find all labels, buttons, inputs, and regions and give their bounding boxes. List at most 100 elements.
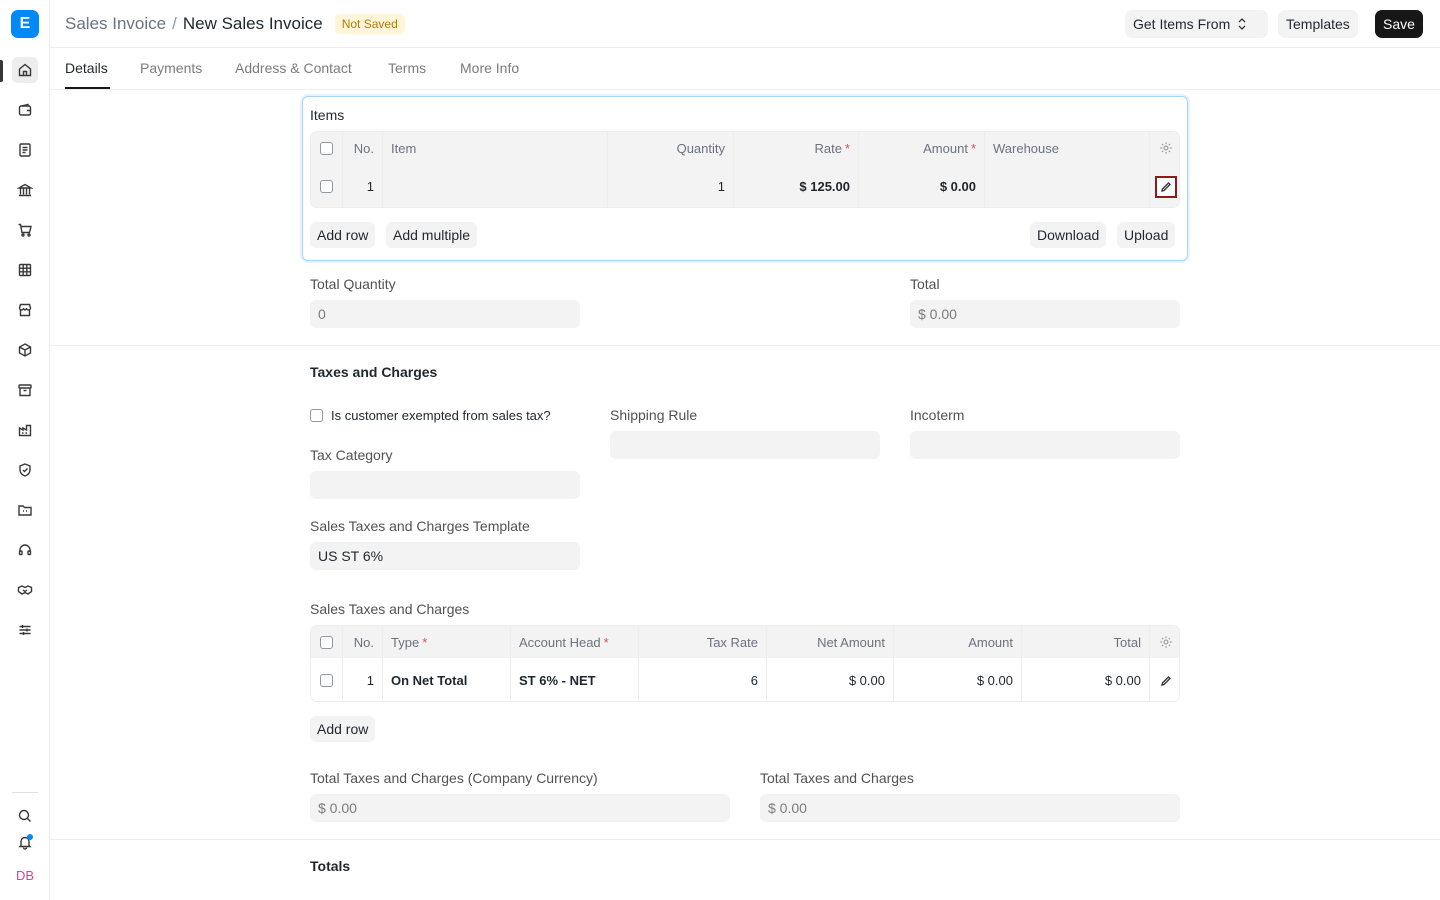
col-rate-label: Rate — [814, 140, 842, 156]
app-logo[interactable]: E — [11, 10, 39, 38]
incoterm-field[interactable] — [910, 431, 1180, 459]
home-icon[interactable] — [12, 57, 38, 83]
search-icon[interactable] — [12, 803, 38, 829]
wallet-icon[interactable] — [12, 97, 38, 123]
headset-icon[interactable] — [12, 537, 38, 563]
total-taxes-company-label: Total Taxes and Charges (Company Currenc… — [310, 770, 598, 786]
folder-icon[interactable] — [12, 497, 38, 523]
tax-category-field[interactable] — [310, 471, 580, 499]
add-tax-row-button[interactable]: Add row — [310, 716, 376, 742]
total-quantity-field[interactable]: 0 — [310, 300, 580, 328]
items-table: No. Item Quantity Rate * Amount * Warehous… — [310, 131, 1180, 208]
tax-category-label: Tax Category — [310, 447, 393, 463]
row-checkbox[interactable] — [320, 180, 333, 193]
gear-icon[interactable] — [1159, 141, 1173, 155]
exempt-checkbox-row[interactable]: Is customer exempted from sales tax? — [310, 408, 551, 423]
row-select-cell — [311, 658, 343, 701]
shield-icon[interactable] — [12, 457, 38, 483]
items-label: Items — [310, 107, 345, 123]
edit-icon[interactable] — [1154, 175, 1177, 198]
get-items-from-button[interactable]: Get Items From — [1125, 10, 1268, 38]
tab-address-contact[interactable]: Address & Contact — [235, 60, 352, 76]
tab-details[interactable]: Details — [65, 60, 108, 76]
row-total[interactable]: $ 0.00 — [1022, 658, 1150, 701]
col-rate: Rate * — [734, 132, 859, 164]
get-items-from-label: Get Items From — [1133, 16, 1231, 32]
items-table-header: No. Item Quantity Rate * Amount * Warehous… — [311, 132, 1179, 164]
row-quantity[interactable]: 1 — [608, 164, 734, 207]
totals-section-title: Totals — [310, 858, 351, 874]
total-taxes-company-field[interactable]: $ 0.00 — [310, 794, 730, 822]
row-net-amount[interactable]: $ 0.00 — [767, 658, 894, 701]
templates-button[interactable]: Templates — [1278, 10, 1358, 38]
gear-icon[interactable] — [1159, 635, 1173, 649]
page-header: Sales Invoice / New Sales Invoice Not Sa… — [50, 0, 1440, 48]
page-title: New Sales Invoice — [182, 14, 323, 33]
table-row[interactable]: 1 1 $ 125.00 $ 0.00 — [311, 164, 1179, 207]
total-taxes-field[interactable]: $ 0.00 — [760, 794, 1180, 822]
row-checkbox[interactable] — [320, 674, 333, 687]
col-item: Item — [383, 132, 608, 164]
avatar[interactable]: DB — [13, 864, 37, 886]
handshake-icon[interactable] — [12, 577, 38, 603]
sidebar: E DB — [0, 0, 50, 900]
add-row-button[interactable]: Add row — [310, 222, 376, 248]
row-rate[interactable]: $ 125.00 — [734, 164, 859, 207]
row-warehouse[interactable] — [985, 164, 1150, 207]
notification-dot — [27, 834, 33, 840]
bell-icon[interactable] — [12, 829, 38, 855]
shipping-rule-field[interactable] — [610, 431, 880, 459]
tax-template-field[interactable]: US ST 6% — [310, 542, 580, 570]
tab-terms[interactable]: Terms — [388, 60, 426, 76]
row-select-cell — [311, 164, 343, 207]
row-item[interactable] — [383, 164, 608, 207]
required-mark: * — [844, 140, 850, 156]
total-field[interactable]: $ 0.00 — [910, 300, 1180, 328]
package-icon[interactable] — [12, 337, 38, 363]
table-row[interactable]: 1 On Net Total ST 6% - NET 6 $ 0.00 $ 0.… — [311, 658, 1179, 701]
archive-icon[interactable] — [12, 377, 38, 403]
taxes-section-title: Taxes and Charges — [310, 364, 438, 380]
row-amount[interactable]: $ 0.00 — [859, 164, 985, 207]
shipping-rule-label: Shipping Rule — [610, 407, 698, 423]
chevron-up-down-icon — [1238, 18, 1246, 30]
download-button[interactable]: Download — [1030, 222, 1107, 248]
col-tax-rate: Tax Rate — [639, 626, 767, 658]
table-icon[interactable] — [12, 257, 38, 283]
col-no: No. — [343, 132, 383, 164]
upload-button[interactable]: Upload — [1117, 222, 1176, 248]
tab-more-info[interactable]: More Info — [460, 60, 519, 76]
active-tab-underline — [65, 87, 110, 89]
breadcrumb-parent[interactable]: Sales Invoice — [65, 14, 166, 34]
row-account-head[interactable]: ST 6% - NET — [511, 658, 639, 701]
breadcrumb: Sales Invoice / New Sales Invoice Not Sa… — [65, 14, 405, 34]
add-multiple-button[interactable]: Add multiple — [386, 222, 478, 248]
save-button[interactable]: Save — [1375, 10, 1423, 38]
row-type[interactable]: On Net Total — [383, 658, 511, 701]
cart-icon[interactable] — [12, 217, 38, 243]
section-divider — [50, 345, 1440, 346]
sliders-icon[interactable] — [12, 617, 38, 643]
exempt-checkbox[interactable] — [310, 409, 323, 422]
col-amount: Amount * — [859, 132, 985, 164]
taxes-table-header: No. Type * Account Head * Tax Rate Net Amo… — [311, 626, 1179, 658]
edit-icon[interactable] — [1160, 675, 1172, 687]
bank-icon[interactable] — [12, 177, 38, 203]
row-amount[interactable]: $ 0.00 — [894, 658, 1022, 701]
select-all-checkbox[interactable] — [320, 635, 333, 649]
incoterm-label: Incoterm — [910, 407, 965, 423]
store-icon[interactable] — [12, 297, 38, 323]
select-all-checkbox[interactable] — [320, 141, 333, 155]
section-divider — [50, 839, 1440, 840]
col-amount-label: Amount — [923, 140, 968, 156]
col-warehouse: Warehouse — [985, 132, 1150, 164]
factory-icon[interactable] — [12, 417, 38, 443]
status-badge: Not Saved — [334, 14, 405, 34]
file-text-icon[interactable] — [12, 137, 38, 163]
total-quantity-label: Total Quantity — [310, 276, 396, 292]
tab-payments[interactable]: Payments — [140, 60, 202, 76]
select-all-cell — [311, 132, 343, 164]
column-settings-cell — [1150, 132, 1179, 164]
row-tax-rate[interactable]: 6 — [639, 658, 767, 701]
col-type-label: Type — [391, 634, 420, 650]
